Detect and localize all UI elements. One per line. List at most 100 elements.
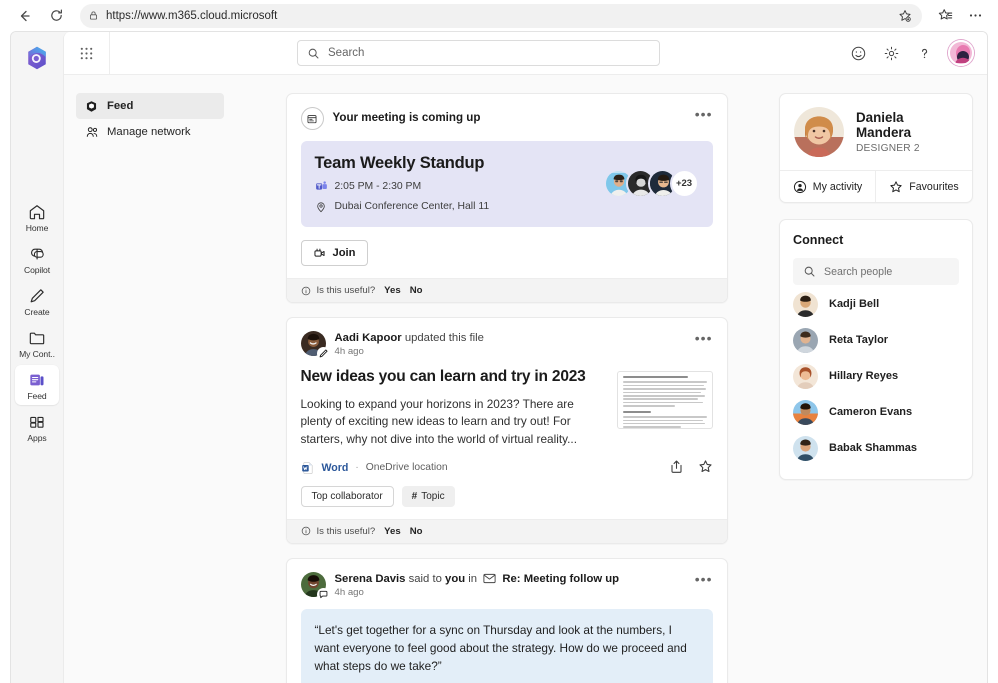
feedback-yes-button[interactable]: Yes bbox=[384, 285, 401, 296]
message-quote[interactable]: “Let's get together for a sync on Thursd… bbox=[301, 609, 713, 683]
list-item[interactable]: Reta Taylor bbox=[793, 323, 959, 357]
browser-settings-more-icon[interactable] bbox=[962, 3, 988, 29]
search-icon bbox=[307, 47, 320, 60]
avatar bbox=[793, 400, 818, 425]
left-navigation-rail: Home Copilot Create bbox=[11, 32, 63, 683]
browser-toolbar: https://www.m365.cloud.microsoft bbox=[0, 0, 998, 31]
star-icon[interactable] bbox=[698, 459, 713, 474]
my-activity-button[interactable]: My activity bbox=[780, 171, 876, 202]
feed-box-icon bbox=[85, 99, 99, 113]
sidebar-item-home[interactable]: Home bbox=[15, 197, 59, 237]
feedback-no-button[interactable]: No bbox=[410, 526, 423, 537]
tag-top-collaborator[interactable]: Top collaborator bbox=[301, 486, 394, 507]
search-input[interactable] bbox=[328, 47, 650, 59]
browser-refresh-button[interactable] bbox=[42, 2, 70, 30]
feedback-yes-button[interactable]: Yes bbox=[384, 526, 401, 537]
list-item[interactable]: Hillary Reyes bbox=[793, 359, 959, 393]
tag-topic[interactable]: # Topic bbox=[402, 486, 455, 507]
right-sidebar: Daniela Mandera DESIGNER 2 bbox=[779, 75, 987, 683]
author-name[interactable]: Serena Davis bbox=[335, 573, 406, 585]
meeting-time-row: 2:05 PM - 2:30 PM bbox=[315, 180, 604, 193]
feedback-prompt: Is this useful? bbox=[317, 526, 376, 537]
collections-icon[interactable] bbox=[932, 3, 958, 29]
sidebar-item-feed[interactable]: Feed bbox=[15, 365, 59, 405]
sidebar-item-my-content[interactable]: My Cont.. bbox=[15, 323, 59, 363]
favourites-button[interactable]: Favourites bbox=[876, 171, 972, 202]
feedback-bar: Is this useful? Yes No bbox=[287, 278, 727, 302]
attendee-overflow-count[interactable]: +23 bbox=[670, 169, 699, 198]
star-icon bbox=[889, 180, 903, 194]
browser-back-button[interactable] bbox=[10, 2, 38, 30]
meeting-location-row: Dubai Conference Center, Hall 11 bbox=[315, 200, 604, 213]
avatar[interactable] bbox=[948, 40, 974, 66]
list-item[interactable]: Babak Shammas bbox=[793, 431, 959, 465]
sidebar-item-copilot[interactable]: Copilot bbox=[15, 239, 59, 279]
attendee-avatars[interactable]: +23 bbox=[604, 169, 699, 198]
people-icon bbox=[85, 125, 99, 139]
person-name: Reta Taylor bbox=[829, 334, 888, 346]
share-icon[interactable] bbox=[669, 459, 684, 474]
profile-card: Daniela Mandera DESIGNER 2 bbox=[779, 93, 973, 203]
feed-column: Your meeting is coming up ••• Team Weekl… bbox=[234, 75, 779, 683]
hash-icon: # bbox=[412, 491, 418, 502]
calendar-icon bbox=[301, 107, 324, 130]
favourites-label: Favourites bbox=[909, 181, 958, 193]
document-card-action-line: Aadi Kapoor updated this file bbox=[335, 332, 484, 344]
app-launcher-waffle-icon[interactable] bbox=[64, 32, 110, 75]
document-excerpt: Looking to expand your horizons in 2023?… bbox=[301, 396, 605, 448]
sidebar-item-label: My Cont.. bbox=[19, 349, 55, 359]
profile-avatar[interactable] bbox=[794, 107, 844, 157]
people-search-input[interactable] bbox=[824, 266, 961, 278]
more-options-icon[interactable]: ••• bbox=[695, 109, 713, 119]
word-icon bbox=[301, 461, 315, 475]
person-name: Cameron Evans bbox=[829, 406, 912, 418]
help-icon[interactable] bbox=[913, 42, 935, 64]
search-box[interactable] bbox=[297, 40, 660, 66]
list-item[interactable]: Kadji Bell bbox=[793, 287, 959, 321]
address-bar-text: https://www.m365.cloud.microsoft bbox=[106, 10, 889, 22]
tag-label: Top collaborator bbox=[312, 491, 383, 502]
sidebar-item-label: Feed bbox=[107, 100, 133, 112]
people-search-box[interactable] bbox=[793, 258, 959, 285]
more-options-icon[interactable]: ••• bbox=[695, 333, 713, 343]
sidebar-item-create[interactable]: Create bbox=[15, 281, 59, 321]
person-name: Kadji Bell bbox=[829, 298, 879, 310]
profile-role: DESIGNER 2 bbox=[856, 143, 959, 154]
meeting-card-header: Your meeting is coming up ••• bbox=[301, 107, 713, 130]
join-button-label: Join bbox=[333, 247, 356, 259]
app-name[interactable]: Word bbox=[322, 462, 349, 474]
sidebar-item-label: Copilot bbox=[24, 265, 50, 275]
info-icon bbox=[301, 286, 311, 296]
timestamp: 4h ago bbox=[335, 346, 484, 357]
sidebar-item-feed-secondary[interactable]: Feed bbox=[76, 93, 224, 119]
create-icon bbox=[27, 286, 47, 306]
sidebar-item-apps[interactable]: Apps bbox=[15, 407, 59, 447]
folder-icon bbox=[27, 328, 47, 348]
author-name[interactable]: Aadi Kapoor bbox=[335, 332, 402, 344]
document-thumbnail[interactable] bbox=[617, 371, 713, 429]
feedback-prompt: Is this useful? bbox=[317, 285, 376, 296]
meeting-card-title: Your meeting is coming up bbox=[333, 107, 481, 124]
message-subject[interactable]: Re: Meeting follow up bbox=[502, 573, 619, 585]
list-item[interactable]: Cameron Evans bbox=[793, 395, 959, 429]
gear-icon[interactable] bbox=[880, 42, 902, 64]
document-preview-row: New ideas you can learn and try in 2023 … bbox=[301, 368, 713, 448]
meeting-details-block[interactable]: Team Weekly Standup bbox=[301, 141, 713, 227]
favorite-star-icon[interactable] bbox=[896, 7, 914, 25]
address-bar[interactable]: https://www.m365.cloud.microsoft bbox=[80, 4, 922, 28]
document-title[interactable]: New ideas you can learn and try in 2023 bbox=[301, 368, 605, 387]
meeting-time: 2:05 PM - 2:30 PM bbox=[335, 181, 422, 192]
document-card: Aadi Kapoor updated this file 4h ago •••… bbox=[286, 317, 728, 544]
secondary-navigation: Feed Manage network bbox=[64, 75, 234, 683]
join-button[interactable]: Join bbox=[301, 240, 368, 266]
app-window: Home Copilot Create bbox=[10, 31, 988, 683]
feedback-smiley-icon[interactable] bbox=[847, 42, 869, 64]
sidebar-item-manage-network[interactable]: Manage network bbox=[76, 119, 224, 145]
avatar bbox=[793, 328, 818, 353]
tag-label: Topic bbox=[421, 491, 444, 502]
more-options-icon[interactable]: ••• bbox=[695, 574, 713, 584]
home-icon bbox=[27, 202, 47, 222]
feedback-no-button[interactable]: No bbox=[410, 285, 423, 296]
microsoft-365-logo-icon[interactable] bbox=[23, 44, 51, 72]
sidebar-item-label: Create bbox=[24, 307, 49, 317]
